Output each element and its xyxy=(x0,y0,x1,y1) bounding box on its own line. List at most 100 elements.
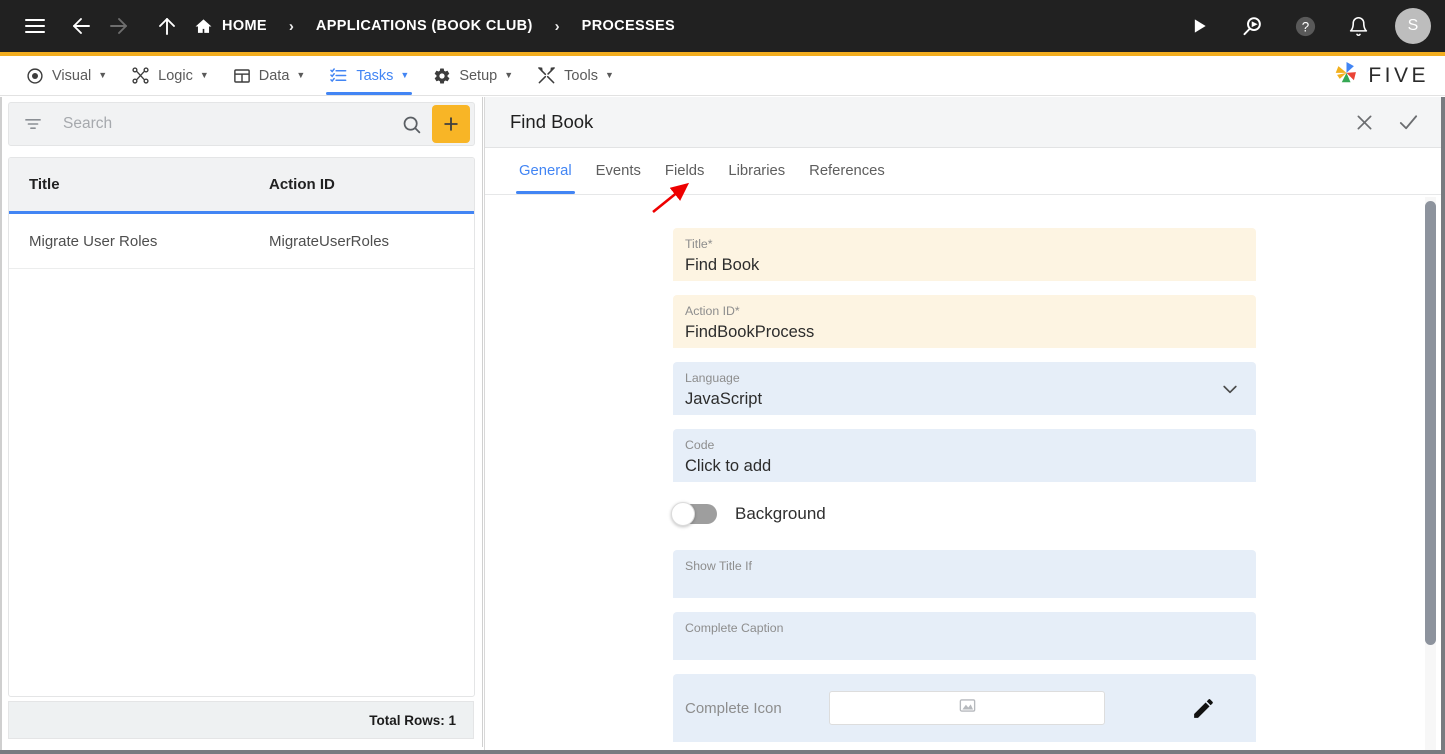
title-field-label: Title* xyxy=(685,237,1240,252)
breadcrumb-processes-label: PROCESSES xyxy=(581,18,676,34)
process-detail-panel: Find Book General Events Fields Librarie… xyxy=(484,97,1441,751)
arrow-left-icon[interactable] xyxy=(64,9,98,43)
top-navigation-bar: HOME › APPLICATIONS (BOOK CLUB) › PROCES… xyxy=(0,0,1445,52)
five-brand-text: FIVE xyxy=(1368,63,1429,87)
title-field-value: Find Book xyxy=(685,256,760,274)
menu-item-tools[interactable]: Tools ▼ xyxy=(525,56,626,95)
logic-nodes-icon xyxy=(131,66,150,85)
chevron-down-icon: ▼ xyxy=(605,70,614,80)
help-icon[interactable]: ? xyxy=(1288,9,1322,43)
breadcrumb-home[interactable]: HOME xyxy=(194,17,267,36)
action-id-required-marker: * xyxy=(734,304,740,318)
breadcrumb-applications-label: APPLICATIONS (BOOK CLUB) xyxy=(315,18,533,34)
menu-item-visual[interactable]: Visual ▼ xyxy=(14,56,119,95)
search-input[interactable] xyxy=(43,115,391,133)
menu-item-tasks[interactable]: Tasks ▼ xyxy=(317,56,421,95)
column-header-action-id[interactable]: Action ID xyxy=(249,176,474,193)
cell-title: Migrate User Roles xyxy=(29,232,158,250)
tab-events-label: Events xyxy=(595,163,641,179)
arrow-up-icon[interactable] xyxy=(150,9,184,43)
menu-item-setup[interactable]: Setup ▼ xyxy=(421,56,525,95)
menu-item-setup-label: Setup xyxy=(459,67,498,84)
close-icon[interactable] xyxy=(1347,105,1381,139)
breadcrumb-processes[interactable]: PROCESSES xyxy=(582,18,675,34)
pencil-icon[interactable] xyxy=(1191,696,1216,721)
module-menu-bar: Visual ▼ Logic ▼ Data ▼ Tasks ▼ Setup ▼ … xyxy=(0,56,1445,96)
action-id-field[interactable]: Action ID* FindBookProcess xyxy=(673,295,1256,348)
chevron-down-icon: ▼ xyxy=(296,70,306,80)
search-bar xyxy=(8,102,475,146)
processes-list-panel: Title Action ID Migrate User Roles Migra… xyxy=(0,97,483,747)
hamburger-icon[interactable] xyxy=(18,9,52,43)
tab-libraries-label: Libraries xyxy=(728,163,786,179)
detail-tabs: General Events Fields Libraries Referenc… xyxy=(485,148,1441,195)
chevron-down-icon: ▼ xyxy=(98,70,108,80)
list-footer: Total Rows: 1 xyxy=(8,701,474,739)
search-icon[interactable] xyxy=(391,114,432,135)
chevron-down-icon: ▼ xyxy=(504,70,514,80)
arrow-right-icon xyxy=(102,9,136,43)
avatar[interactable]: S xyxy=(1395,8,1431,44)
topbar-left-group: HOME › APPLICATIONS (BOOK CLUB) › PROCES… xyxy=(18,0,1163,52)
tab-references-label: References xyxy=(809,163,885,179)
five-logo-mark-icon xyxy=(1333,60,1360,92)
tab-libraries[interactable]: Libraries xyxy=(716,148,797,194)
five-brand-logo: FIVE xyxy=(1333,56,1445,95)
tab-general-label: General xyxy=(519,163,572,179)
menu-item-visual-label: Visual xyxy=(52,67,92,84)
breadcrumb-home-label: HOME xyxy=(222,18,267,34)
code-field[interactable]: Code Click to add xyxy=(673,429,1256,482)
title-required-marker: * xyxy=(707,237,713,251)
general-form: Title* Find Book Action ID* FindBookProc… xyxy=(485,196,1441,742)
code-field-value: Click to add xyxy=(685,457,772,475)
vertical-scrollbar[interactable] xyxy=(1425,197,1436,750)
menu-item-tasks-label: Tasks xyxy=(356,67,394,84)
run-icon[interactable] xyxy=(1182,9,1216,43)
title-field[interactable]: Title* Find Book xyxy=(673,228,1256,281)
add-process-button[interactable] xyxy=(432,105,470,143)
menu-item-tools-label: Tools xyxy=(564,67,598,84)
chevron-down-icon: ▼ xyxy=(400,70,410,80)
image-icon xyxy=(958,696,977,720)
breadcrumb-applications[interactable]: APPLICATIONS (BOOK CLUB) xyxy=(316,18,533,34)
panel-header: Find Book xyxy=(485,97,1441,148)
left-window-edge xyxy=(0,97,2,750)
language-select[interactable]: Language JavaScript xyxy=(673,362,1256,415)
background-toggle-label: Background xyxy=(735,504,826,523)
menu-item-data-label: Data xyxy=(258,67,290,84)
column-header-action-id-label: Action ID xyxy=(269,176,335,193)
table-row[interactable]: Migrate User Roles MigrateUserRoles xyxy=(9,214,474,269)
total-rows-label: Total Rows: 1 xyxy=(369,712,456,728)
breadcrumb-separator-2: › xyxy=(554,17,560,35)
tab-events[interactable]: Events xyxy=(584,148,653,194)
svg-text:?: ? xyxy=(1301,19,1308,34)
table-grid-icon xyxy=(233,67,251,85)
complete-icon-field[interactable]: Complete Icon xyxy=(673,674,1256,742)
show-title-if-field[interactable]: Show Title If xyxy=(673,550,1256,598)
menu-item-logic-label: Logic xyxy=(158,67,193,84)
chevron-down-icon[interactable] xyxy=(1220,379,1240,399)
code-field-label: Code xyxy=(685,438,715,452)
tools-wrench-icon xyxy=(537,66,556,85)
check-icon[interactable] xyxy=(1391,105,1425,139)
form-scroll-area: Title* Find Book Action ID* FindBookProc… xyxy=(485,196,1441,750)
filter-icon[interactable] xyxy=(23,114,43,134)
toggle-knob xyxy=(671,502,695,526)
menu-item-logic[interactable]: Logic ▼ xyxy=(119,56,221,95)
tab-general[interactable]: General xyxy=(507,148,584,194)
notifications-bell-icon[interactable] xyxy=(1341,9,1375,43)
tab-fields[interactable]: Fields xyxy=(653,148,716,194)
processes-table: Title Action ID Migrate User Roles Migra… xyxy=(8,157,475,697)
complete-icon-preview[interactable] xyxy=(829,691,1105,725)
complete-caption-field[interactable]: Complete Caption xyxy=(673,612,1256,660)
tab-references[interactable]: References xyxy=(797,148,897,194)
language-field-label: Language xyxy=(685,371,740,385)
column-header-title[interactable]: Title xyxy=(9,176,249,193)
search-run-icon[interactable] xyxy=(1235,9,1269,43)
background-toggle[interactable] xyxy=(671,502,717,526)
gear-icon xyxy=(433,67,451,85)
menu-item-data[interactable]: Data ▼ xyxy=(221,56,318,95)
topbar-right-group: ? S xyxy=(1163,0,1431,52)
scrollbar-thumb[interactable] xyxy=(1425,201,1436,645)
menubar-spacer xyxy=(626,56,1333,95)
